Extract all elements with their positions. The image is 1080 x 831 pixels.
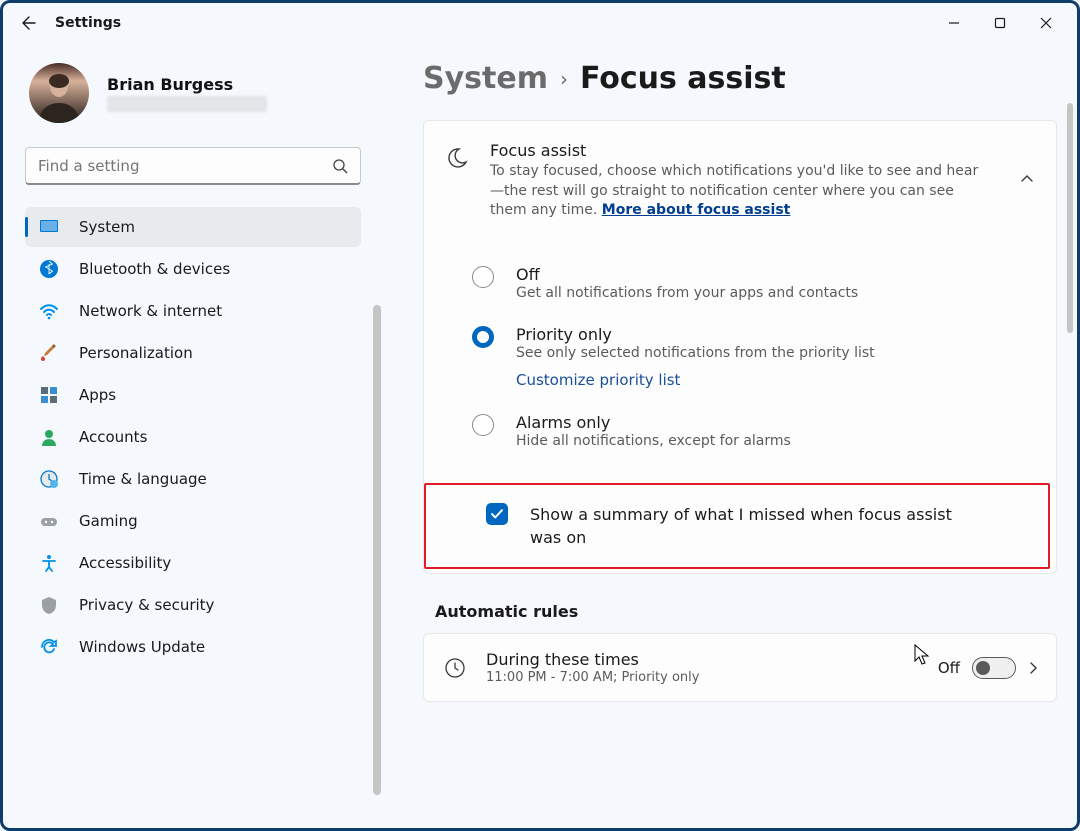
- summary-label: Show a summary of what I missed when foc…: [530, 503, 970, 549]
- radio-alarms[interactable]: [472, 414, 494, 436]
- moon-icon: [444, 145, 470, 171]
- more-about-link[interactable]: More about focus assist: [602, 202, 791, 218]
- window-title: Settings: [55, 15, 121, 31]
- close-icon: [1040, 17, 1052, 29]
- nav-label: Accessibility: [79, 554, 171, 572]
- content-scrollbar[interactable]: [1067, 103, 1073, 333]
- radio-group: Off Get all notifications from your apps…: [424, 241, 1056, 475]
- nav-item-windows-update[interactable]: Windows Update: [25, 627, 361, 667]
- minimize-button[interactable]: [931, 7, 977, 39]
- nav-item-gaming[interactable]: Gaming: [25, 501, 361, 541]
- radio-sub: See only selected notifications from the…: [516, 345, 875, 361]
- window-controls: [931, 7, 1069, 39]
- rule-state: Off: [938, 659, 960, 677]
- radio-label: Off: [516, 265, 858, 284]
- user-name: Brian Burgess: [107, 75, 267, 94]
- radio-sub: Get all notifications from your apps and…: [516, 285, 858, 301]
- accessibility-icon: [39, 553, 59, 573]
- summary-checkbox[interactable]: [486, 503, 508, 525]
- customize-priority-link[interactable]: Customize priority list: [516, 371, 875, 389]
- close-button[interactable]: [1023, 7, 1069, 39]
- gamepad-icon: [39, 511, 59, 531]
- nav-item-accessibility[interactable]: Accessibility: [25, 543, 361, 583]
- user-profile[interactable]: Brian Burgess: [25, 53, 379, 141]
- paintbrush-icon: [39, 343, 59, 363]
- nav-label: Gaming: [79, 512, 138, 530]
- nav-label: Windows Update: [79, 638, 205, 656]
- maximize-button[interactable]: [977, 7, 1023, 39]
- clock-icon: [444, 657, 466, 679]
- nav-item-privacy[interactable]: Privacy & security: [25, 585, 361, 625]
- nav-item-system[interactable]: System: [25, 207, 361, 247]
- search-input[interactable]: [38, 157, 332, 175]
- nav-label: Accounts: [79, 428, 147, 446]
- maximize-icon: [994, 17, 1006, 29]
- nav-label: Time & language: [79, 470, 207, 488]
- nav-label: Personalization: [79, 344, 193, 362]
- automatic-rules-heading: Automatic rules: [435, 602, 1057, 621]
- nav-item-bluetooth[interactable]: Bluetooth & devices: [25, 249, 361, 289]
- collapse-button[interactable]: [1014, 165, 1040, 196]
- bluetooth-icon: [39, 259, 59, 279]
- option-priority-only[interactable]: Priority only See only selected notifica…: [472, 313, 1056, 401]
- rule-during-times[interactable]: During these times 11:00 PM - 7:00 AM; P…: [423, 633, 1057, 702]
- rule-title: During these times: [486, 650, 699, 669]
- chevron-right-icon[interactable]: [1028, 662, 1040, 674]
- apps-icon: [39, 385, 59, 405]
- clock-globe-icon: [39, 469, 59, 489]
- search-box[interactable]: [25, 147, 361, 185]
- sidebar-scrollbar[interactable]: [373, 305, 381, 825]
- nav-item-accounts[interactable]: Accounts: [25, 417, 361, 457]
- breadcrumb: System › Focus assist: [423, 61, 1057, 96]
- back-button[interactable]: [11, 5, 47, 41]
- radio-label: Priority only: [516, 325, 875, 344]
- nav-label: System: [79, 218, 135, 236]
- option-alarms-only[interactable]: Alarms only Hide all notifications, exce…: [472, 401, 1056, 461]
- nav-label: Network & internet: [79, 302, 222, 320]
- shield-icon: [39, 595, 59, 615]
- card-header[interactable]: Focus assist To stay focused, choose whi…: [424, 121, 1056, 241]
- radio-sub: Hide all notifications, except for alarm…: [516, 433, 791, 449]
- rule-sub: 11:00 PM - 7:00 AM; Priority only: [486, 670, 699, 685]
- avatar: [29, 63, 89, 123]
- search-icon: [332, 158, 348, 174]
- minimize-icon: [948, 17, 960, 29]
- card-description: To stay focused, choose which notificati…: [490, 162, 990, 221]
- content-area: System › Focus assist Focus assist To st…: [383, 43, 1077, 828]
- wifi-icon: [39, 301, 59, 321]
- option-off[interactable]: Off Get all notifications from your apps…: [472, 253, 1056, 313]
- radio-priority[interactable]: [472, 326, 494, 348]
- system-icon: [39, 217, 59, 237]
- nav-label: Bluetooth & devices: [79, 260, 230, 278]
- rule-toggle[interactable]: [972, 657, 1016, 679]
- nav-label: Privacy & security: [79, 596, 214, 614]
- radio-label: Alarms only: [516, 413, 791, 432]
- nav-item-network[interactable]: Network & internet: [25, 291, 361, 331]
- sidebar: Brian Burgess System Bluetooth & devices…: [3, 43, 383, 828]
- breadcrumb-current: Focus assist: [580, 61, 786, 96]
- nav-item-apps[interactable]: Apps: [25, 375, 361, 415]
- nav-list: System Bluetooth & devices Network & int…: [25, 207, 379, 667]
- chevron-up-icon: [1020, 172, 1034, 186]
- breadcrumb-parent[interactable]: System: [423, 61, 548, 96]
- nav-label: Apps: [79, 386, 116, 404]
- card-title: Focus assist: [490, 141, 990, 160]
- person-icon: [39, 427, 59, 447]
- update-icon: [39, 637, 59, 657]
- titlebar: Settings: [3, 3, 1077, 43]
- focus-assist-card: Focus assist To stay focused, choose whi…: [423, 120, 1057, 574]
- nav-item-time-language[interactable]: Time & language: [25, 459, 361, 499]
- arrow-left-icon: [21, 15, 37, 31]
- summary-checkbox-row[interactable]: Show a summary of what I missed when foc…: [424, 483, 1050, 569]
- checkmark-icon: [490, 507, 504, 521]
- user-email-redacted: [107, 96, 267, 112]
- breadcrumb-separator: ›: [560, 67, 568, 91]
- nav-item-personalization[interactable]: Personalization: [25, 333, 361, 373]
- radio-off[interactable]: [472, 266, 494, 288]
